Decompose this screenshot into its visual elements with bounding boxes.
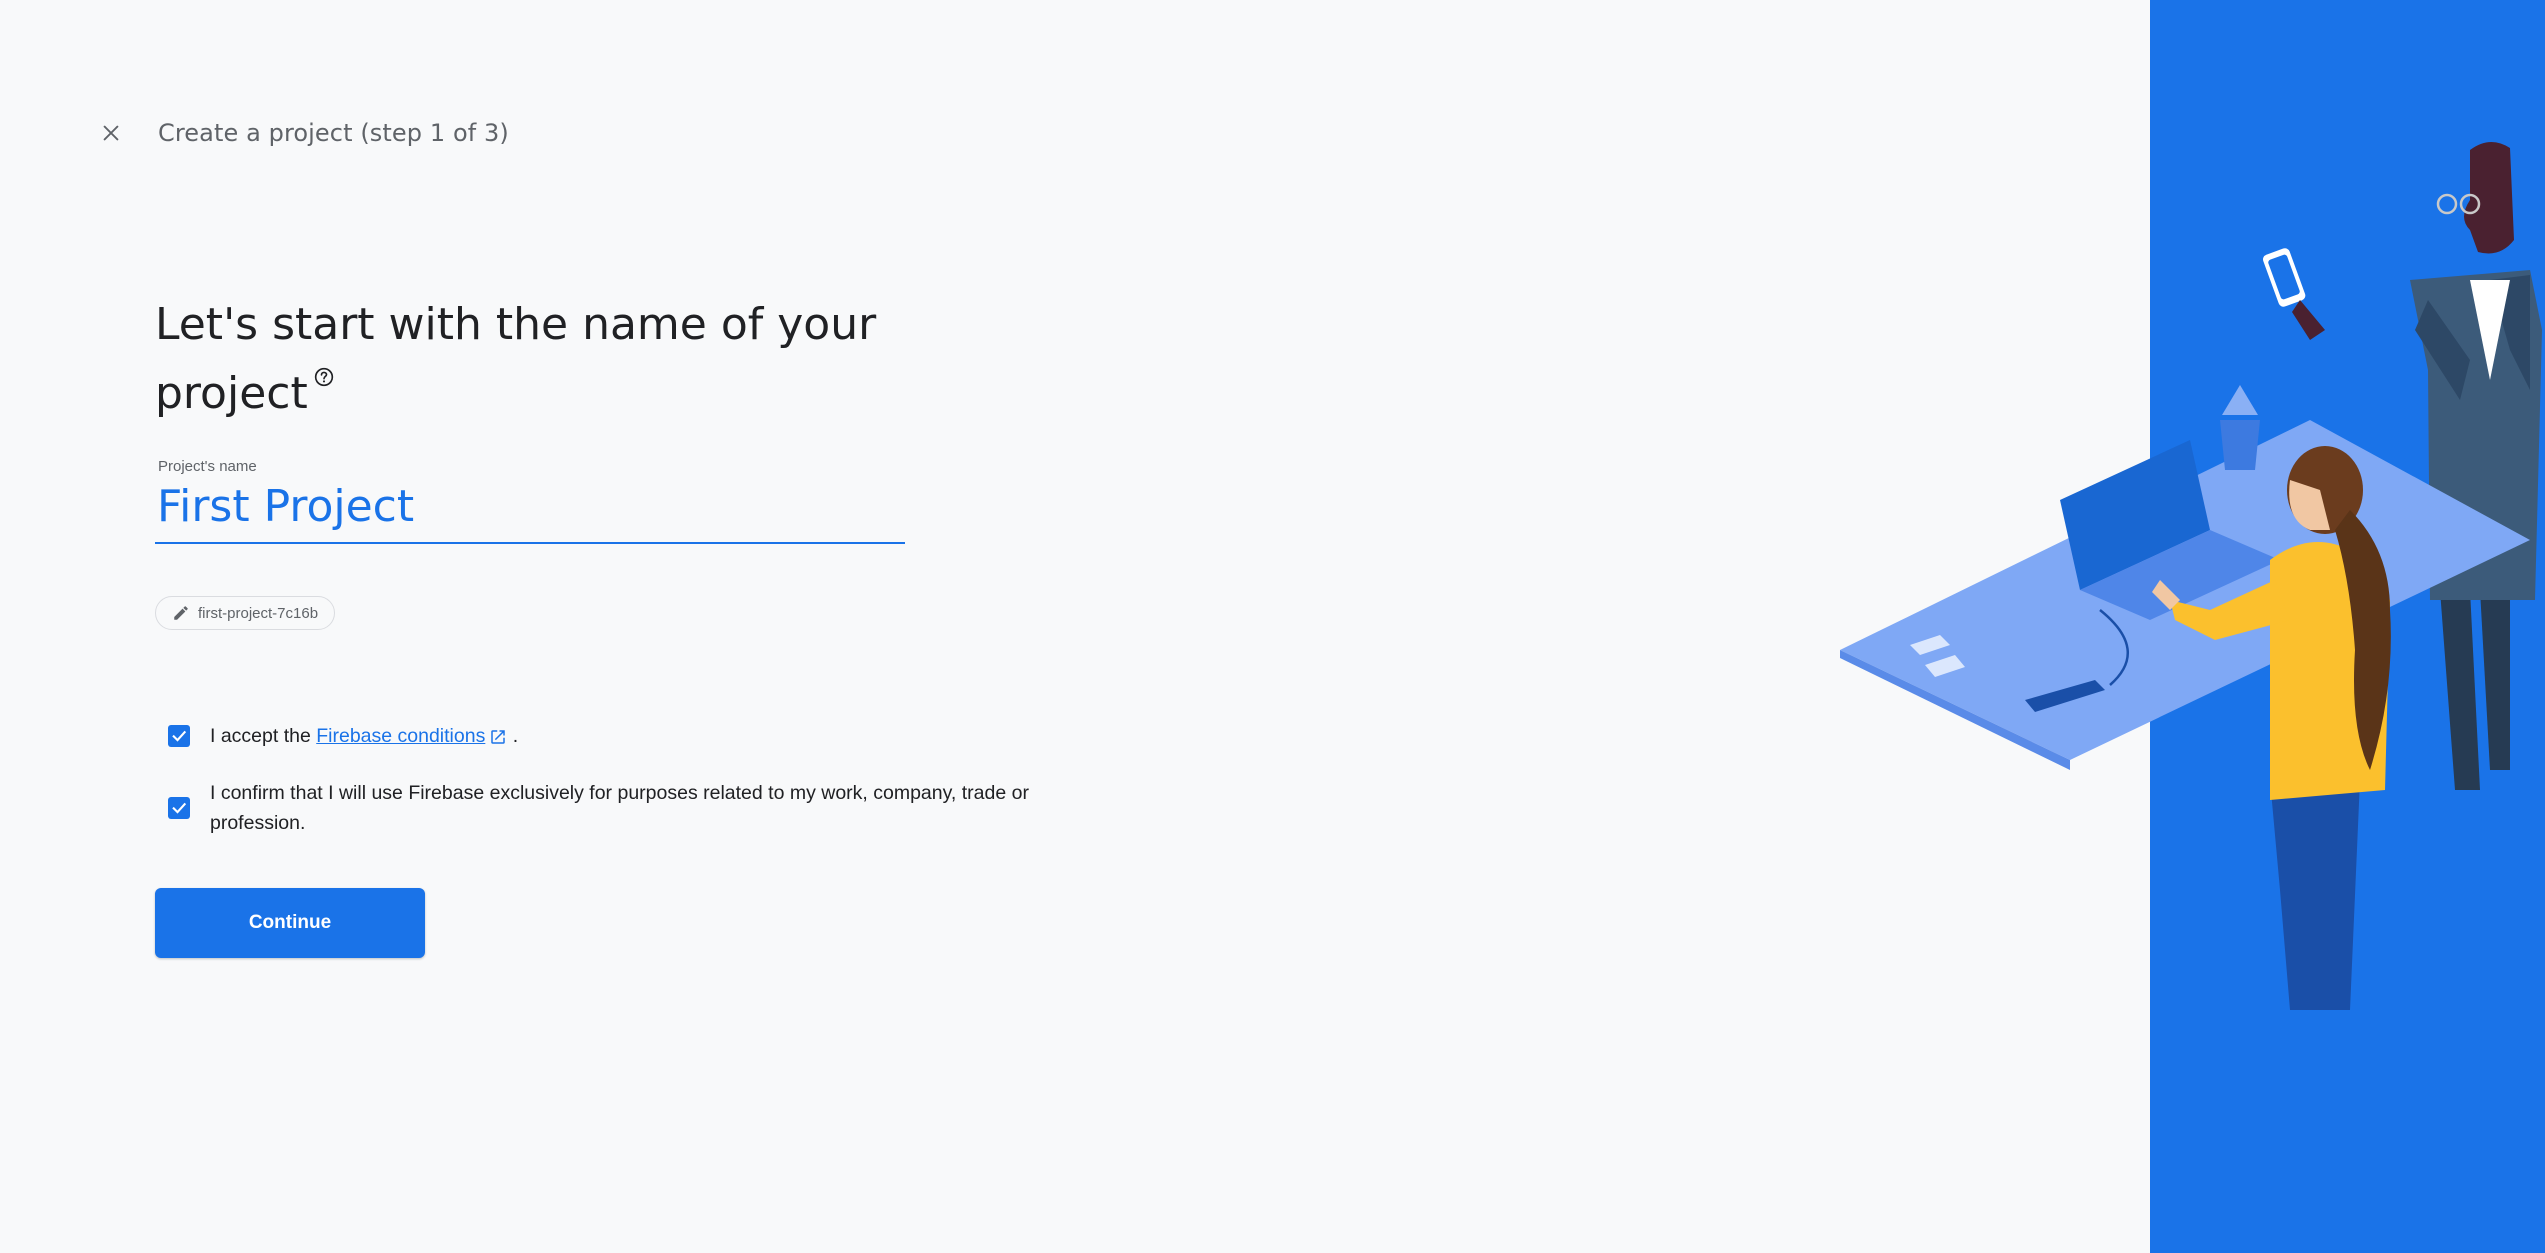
page-title: Let's start with the name of your projec…: [155, 290, 915, 428]
page-header: Create a project (step 1 of 3): [96, 112, 509, 154]
help-circle-icon[interactable]: [314, 367, 334, 387]
confirm-usage-label: I confirm that I will use Firebase exclu…: [210, 782, 1029, 834]
project-id-text: first-project-7c16b: [198, 604, 319, 622]
external-link-icon[interactable]: [489, 728, 507, 746]
check-icon: [172, 802, 187, 814]
create-project-page: Create a project (step 1 of 3) Let's sta…: [0, 0, 2545, 1253]
confirm-usage-row: I confirm that I will use Firebase exclu…: [168, 778, 1060, 838]
conditions-checkbox[interactable]: [168, 725, 190, 747]
close-icon: [103, 125, 119, 141]
conditions-prefix: I accept the: [210, 725, 317, 747]
conditions-row: I accept the Firebase conditions .: [168, 721, 518, 751]
desk-illustration: [1840, 385, 2530, 770]
step-title: Create a project (step 1 of 3): [158, 119, 509, 147]
conditions-suffix: .: [507, 725, 519, 747]
project-name-label: Project's name: [158, 458, 257, 475]
check-icon: [172, 730, 187, 742]
project-name-field: Project's name: [155, 458, 905, 544]
illustration: [1840, 141, 2542, 1010]
page-title-text: Let's start with the name of your projec…: [155, 299, 877, 419]
close-button[interactable]: [96, 118, 126, 148]
project-id-chip[interactable]: first-project-7c16b: [155, 596, 336, 630]
project-name-input[interactable]: [155, 475, 905, 544]
pencil-icon: [174, 606, 188, 620]
confirm-usage-checkbox[interactable]: [168, 797, 190, 819]
firebase-conditions-link[interactable]: Firebase conditions: [316, 725, 485, 747]
continue-button[interactable]: Continue: [155, 888, 425, 958]
conditions-label: I accept the Firebase conditions .: [210, 721, 518, 751]
form-panel: Create a project (step 1 of 3) Let's sta…: [0, 0, 2150, 1253]
